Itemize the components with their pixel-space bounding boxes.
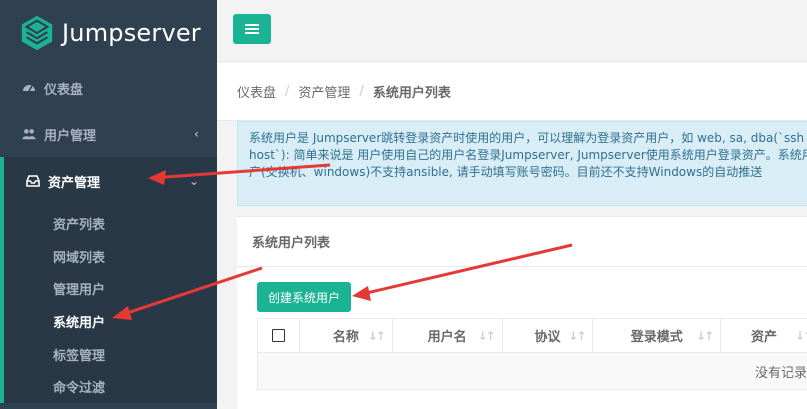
alert-line: 系统用户是 Jumpserver跳转登录资产时使用的用户，可以理解为登录资产用户… — [249, 131, 807, 145]
alert-line: 产(交换机、windows)不支持ansible, 请手动填写账号密码。目前还不… — [249, 165, 763, 179]
select-all-cell — [258, 319, 300, 352]
assets-submenu: 资产列表 网域列表 管理用户 系统用户 标签管理 命令过滤 — [0, 205, 217, 404]
breadcrumb-item-current: 系统用户列表 — [372, 86, 451, 101]
submenu-item-command-filter[interactable]: 命令过滤 — [4, 370, 217, 403]
column-header-protocol[interactable]: 协议 ↓↑ — [503, 319, 594, 352]
sidebar-item-dashboard[interactable]: 仪表盘 — [0, 65, 217, 111]
select-all-checkbox[interactable] — [271, 329, 285, 342]
sidebar: Jumpserver 仪表盘 用户管理 ‹ 资产管理 ⌄ 资产列表 网域列表 管… — [0, 0, 217, 409]
breadcrumb-item-dashboard[interactable]: 仪表盘 — [237, 82, 276, 101]
breadcrumb-separator: / — [285, 84, 290, 99]
panel-title: 系统用户列表 — [237, 217, 807, 267]
alert-line: host`): 简单来说是 用户使用自己的用户名登录Jumpserver, Ju… — [249, 148, 807, 162]
system-user-panel: 系统用户列表 创建系统用户 名称 ↓↑ 用户名 ↓↑ 协议 ↓↑ 登录模式 ↓↑ — [237, 216, 807, 409]
breadcrumb-separator: / — [359, 84, 364, 99]
sidebar-item-label: 用户管理 — [44, 128, 97, 144]
sidebar-item-label: 仪表盘 — [44, 82, 84, 98]
dashboard-icon — [22, 81, 36, 95]
users-icon — [22, 127, 36, 141]
sort-icon: ↓↑ — [477, 328, 495, 343]
sidebar-item-assets[interactable]: 资产管理 ⌄ — [0, 157, 217, 205]
system-user-table: 名称 ↓↑ 用户名 ↓↑ 协议 ↓↑ 登录模式 ↓↑ 资产 ↓↑ 没有记录 — [257, 318, 807, 390]
table-header: 名称 ↓↑ 用户名 ↓↑ 协议 ↓↑ 登录模式 ↓↑ 资产 ↓↑ — [257, 318, 807, 353]
column-header-assets[interactable]: 资产 ↓↑ — [721, 319, 807, 352]
hamburger-icon — [245, 24, 259, 34]
topbar — [217, 0, 807, 62]
breadcrumb-item-assets[interactable]: 资产管理 — [298, 82, 350, 101]
info-alert: 系统用户是 Jumpserver跳转登录资产时使用的用户，可以理解为登录资产用户… — [237, 121, 807, 206]
empty-text: 没有记录 — [754, 365, 807, 381]
sidebar-toggle-button[interactable] — [233, 14, 271, 44]
chevron-left-icon: ‹ — [194, 127, 199, 141]
logo-area[interactable]: Jumpserver — [0, 0, 217, 65]
submenu-item-asset-list[interactable]: 资产列表 — [4, 207, 217, 240]
sidebar-item-label: 资产管理 — [48, 175, 101, 191]
column-header-username[interactable]: 用户名 ↓↑ — [393, 319, 503, 352]
breadcrumb: 仪表盘 / 资产管理 / 系统用户列表 — [217, 63, 807, 121]
column-header-login-mode[interactable]: 登录模式 ↓↑ — [593, 319, 722, 352]
sort-icon: ↓↑ — [696, 328, 714, 343]
inbox-icon — [26, 174, 40, 188]
submenu-item-domain-list[interactable]: 网域列表 — [4, 240, 217, 273]
submenu-item-system-user[interactable]: 系统用户 — [4, 305, 217, 338]
column-header-name[interactable]: 名称 ↓↑ — [300, 319, 393, 352]
table-empty-row: 没有记录 — [257, 353, 807, 390]
sort-icon: ↓↑ — [568, 328, 586, 343]
sidebar-item-users[interactable]: 用户管理 ‹ — [0, 111, 217, 157]
chevron-down-icon: ⌄ — [188, 174, 199, 188]
sort-icon: ↓↑ — [367, 328, 386, 343]
app-name: Jumpserver — [62, 18, 201, 47]
submenu-item-admin-user[interactable]: 管理用户 — [4, 272, 217, 305]
submenu-item-label-management[interactable]: 标签管理 — [4, 338, 217, 371]
sort-icon: ↓↑ — [794, 328, 807, 343]
jumpserver-logo-icon — [21, 15, 53, 50]
create-system-user-button[interactable]: 创建系统用户 — [257, 282, 352, 312]
